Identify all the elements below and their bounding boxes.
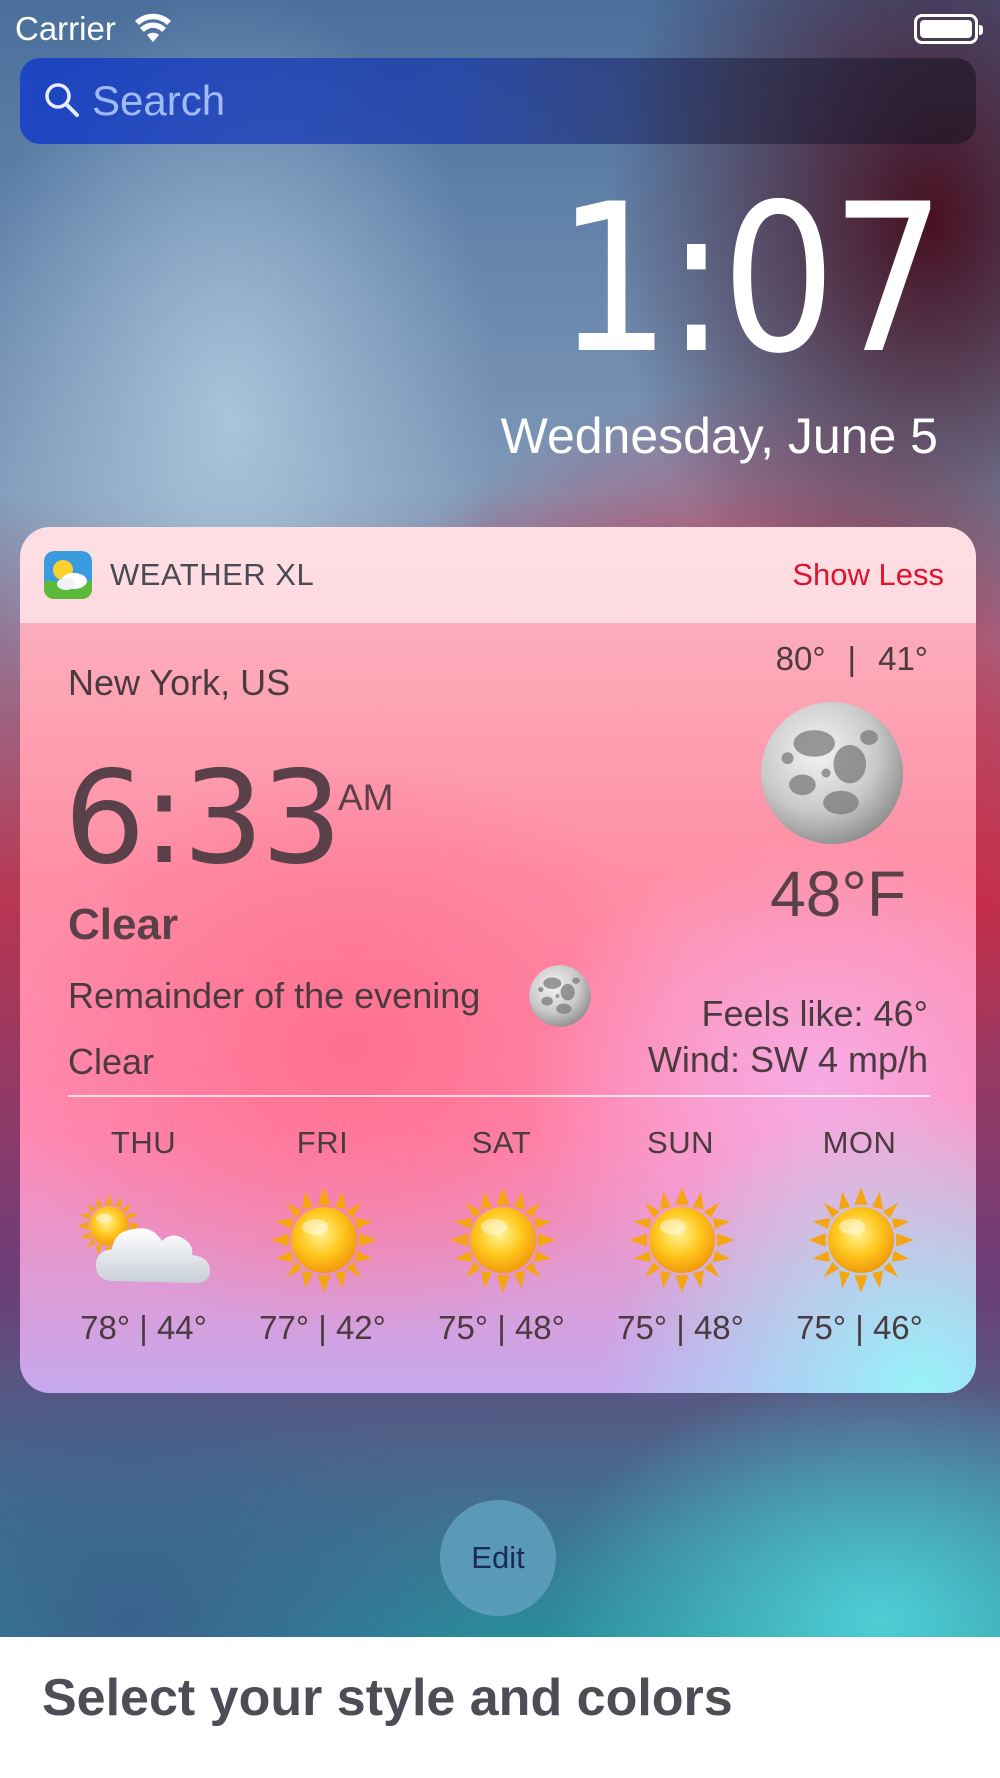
high-low-temps: 80° | 41° (776, 640, 928, 678)
forecast-day-name: MON (822, 1125, 897, 1160)
promo-caption: Select your style and colors (42, 1669, 733, 1727)
wifi-icon (135, 13, 171, 42)
high-low-separator: | (847, 640, 857, 677)
forecast-temps: 77° | 42° (259, 1309, 386, 1346)
status-bar: Carrier (0, 0, 1000, 56)
forecast-day: SUN 75° | 48° (591, 1113, 770, 1373)
weather-app-icon (44, 551, 92, 599)
carrier-label: Carrier (15, 10, 116, 47)
forecast-temps: 75° | 48° (617, 1309, 744, 1346)
moon-icon (758, 699, 906, 847)
forecast-day: SAT 75° | 48° (412, 1113, 591, 1373)
sun-icon (448, 1185, 558, 1295)
remainder-label: Remainder of the evening (68, 975, 481, 1016)
sunrise-time: 6:33 (64, 744, 342, 893)
forecast-day-name: FRI (296, 1125, 349, 1160)
current-condition: Clear (68, 900, 179, 949)
search-bar[interactable]: Search (20, 58, 976, 144)
search-input[interactable]: Search (92, 77, 225, 125)
lock-screen: Carrier Search 1:07 Wednesday, June 5 WE… (0, 0, 1000, 1637)
feels-like-label: Feels like: 46° (701, 993, 929, 1034)
forecast-day-name: SUN (647, 1125, 714, 1160)
search-icon (45, 83, 79, 117)
sun-icon (269, 1185, 379, 1295)
forecast-day: THU 78° | 44° (54, 1113, 233, 1373)
am-pm-label: AM (338, 777, 394, 818)
high-temp: 80° (775, 640, 826, 677)
sun-icon (627, 1185, 737, 1295)
location-label: New York, US (68, 662, 291, 703)
show-less-button[interactable]: Show Less (792, 557, 944, 593)
lock-date: Wednesday, June 5 (500, 408, 938, 464)
forecast-temps: 75° | 48° (438, 1309, 565, 1346)
moon-small-icon (528, 964, 592, 1028)
widget-header: WEATHER XL Show Less (20, 527, 976, 623)
forecast-day: FRI 77° | 42° (233, 1113, 412, 1373)
forecast-row: THU 78° | 44° FRI 77° | 42° SAT 75° | 48… (54, 1113, 950, 1373)
forecast-day-name: THU (110, 1125, 177, 1160)
current-temperature: 48°F (770, 858, 906, 930)
forecast-day: MON 75° | 46° (770, 1113, 949, 1373)
remainder-condition: Clear (68, 1041, 155, 1082)
wind-label: Wind: SW 4 mp/h (647, 1039, 928, 1080)
battery-icon (914, 14, 983, 44)
edit-button[interactable]: Edit (440, 1500, 556, 1616)
forecast-temps: 78° | 44° (80, 1309, 207, 1346)
sun-icon (806, 1185, 916, 1295)
forecast-day-name: SAT (471, 1125, 532, 1160)
widget-app-name: WEATHER XL (110, 557, 315, 592)
lock-clock: 1:07 (556, 161, 945, 399)
forecast-temps: 75° | 46° (796, 1309, 923, 1346)
weather-widget[interactable]: WEATHER XL Show Less New York, US 80° | 41… (20, 527, 976, 1393)
partly-cloudy-icon (77, 1194, 210, 1283)
low-temp: 41° (878, 640, 928, 677)
divider (68, 1095, 930, 1097)
